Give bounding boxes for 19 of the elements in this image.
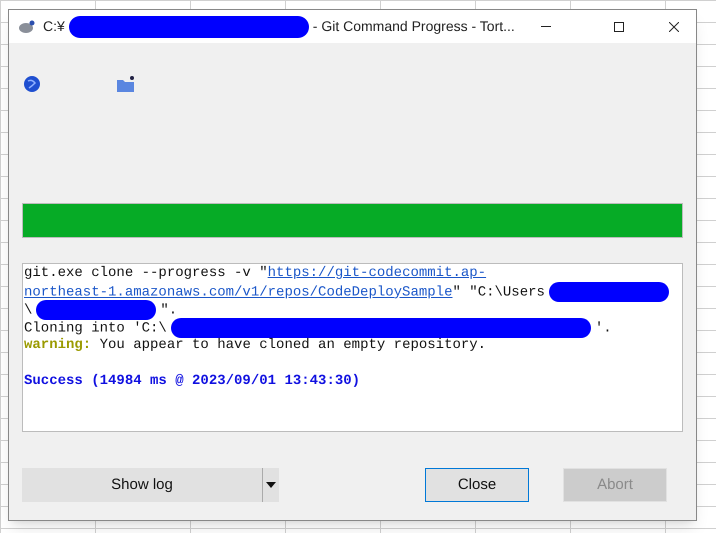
window-title: - Git Command Progress - Tort... <box>312 17 516 36</box>
log-line: git.exe clone --progress -v "https://git-codecommit.ap- <box>24 264 488 282</box>
folder-icon <box>116 74 136 92</box>
tortoise-icon <box>17 18 35 34</box>
repository-link[interactable]: northeast-1.amazonaws.com/v1/repos/CodeDeploySample <box>24 284 452 301</box>
log-line: Cloning into 'C:\ '. <box>24 318 681 336</box>
log-line: \ ". <box>24 300 681 318</box>
caret-icon <box>266 482 276 488</box>
log-line: warning: You appear to have cloned an empty repository. <box>24 336 488 354</box>
dropdown-button[interactable] <box>262 468 279 502</box>
show-log-button[interactable]: Show log <box>22 468 262 502</box>
maximize-icon <box>614 22 624 32</box>
close-icon <box>668 22 678 32</box>
repository-link[interactable]: https://git-codecommit.ap- <box>268 265 486 281</box>
log-line: Success (14984 ms @ 2023/09/01 13:43:30) <box>24 372 362 390</box>
dialog-button[interactable]: Close <box>425 468 529 502</box>
window-title: C:¥ <box>42 17 66 36</box>
minimize-icon <box>540 26 550 27</box>
log-line: northeast-1.amazonaws.com/v1/repos/CodeDeploySample" "C:\Users <box>24 282 681 300</box>
